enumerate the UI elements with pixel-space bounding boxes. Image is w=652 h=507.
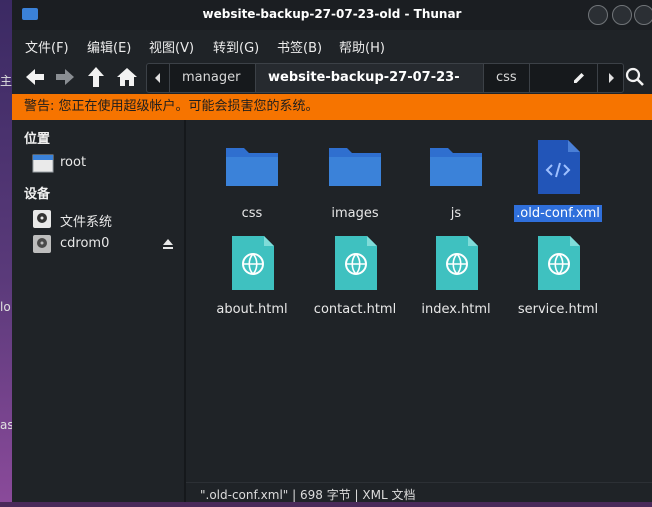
- sidebar-item-label: cdrom0: [60, 236, 110, 251]
- path-segment-manager[interactable]: manager: [169, 64, 255, 92]
- html-file-icon: [436, 236, 478, 290]
- file-item-service-html[interactable]: service.html: [508, 226, 608, 322]
- folder-icon: [430, 148, 482, 186]
- file-name: contact.html: [313, 302, 397, 317]
- home-icon[interactable]: [114, 64, 140, 90]
- menu-go[interactable]: 转到(G): [213, 37, 259, 56]
- places-header: 位置: [24, 132, 51, 147]
- title-bar[interactable]: website-backup-27-07-23-old - Thunar: [12, 0, 652, 30]
- file-name: images: [331, 206, 379, 221]
- minimize-button[interactable]: [588, 5, 608, 25]
- menu-help[interactable]: 帮助(H): [339, 37, 385, 56]
- menu-file[interactable]: 文件(F): [25, 37, 69, 56]
- file-name: index.html: [421, 302, 491, 317]
- back-arrow-icon[interactable]: [22, 64, 48, 90]
- html-file-icon: [538, 236, 580, 290]
- path-scroll-right-button[interactable]: [597, 64, 623, 92]
- path-scroll-left-button[interactable]: [147, 64, 169, 92]
- file-name-text: .old-conf.xml: [514, 205, 602, 222]
- menu-bookmarks[interactable]: 书签(B): [277, 37, 322, 56]
- pencil-icon: [574, 73, 584, 83]
- toolbar: manager website-backup-27-07-23-old css: [12, 60, 652, 94]
- forward-arrow-icon[interactable]: [52, 64, 78, 90]
- home-folder-icon: [32, 154, 54, 173]
- file-name: about.html: [216, 302, 288, 317]
- file-name: css: [241, 206, 263, 221]
- html-file-icon: [335, 236, 377, 290]
- close-button[interactable]: [634, 5, 652, 25]
- eject-icon[interactable]: [162, 238, 174, 250]
- sidebar-item-label: root: [60, 155, 87, 170]
- location-path-bar: manager website-backup-27-07-23-old css: [146, 63, 624, 93]
- up-arrow-icon[interactable]: [83, 64, 109, 90]
- sidebar-item-label: 文件系统: [60, 215, 113, 230]
- file-item-js[interactable]: js: [406, 130, 506, 226]
- desktop-label-fragment: 主: [0, 74, 13, 88]
- file-name: js: [450, 206, 462, 221]
- sidebar-item-root[interactable]: root: [32, 153, 182, 173]
- path-edit-button[interactable]: [529, 64, 597, 92]
- file-manager-window: website-backup-27-07-23-old - Thunar 文件(…: [12, 0, 652, 502]
- path-segment-css[interactable]: css: [483, 64, 529, 92]
- menu-edit[interactable]: 编辑(E): [87, 37, 131, 56]
- file-item-index-html[interactable]: index.html: [406, 226, 506, 322]
- sidebar-item-filesystem[interactable]: 文件系统: [32, 209, 182, 230]
- html-file-icon: [232, 236, 274, 290]
- folder-icon: [329, 148, 381, 186]
- maximize-button[interactable]: [612, 5, 632, 25]
- file-icon-view: css images js .old-conf.xml about.html c…: [186, 120, 652, 482]
- sidebar-item-cdrom0[interactable]: cdrom0: [32, 234, 182, 254]
- file-item-contact-html[interactable]: contact.html: [305, 226, 405, 322]
- xml-file-icon: [538, 140, 580, 194]
- chevron-left-icon: [155, 73, 160, 83]
- file-item-about-html[interactable]: about.html: [202, 226, 302, 322]
- path-segment-current[interactable]: website-backup-27-07-23-old: [255, 64, 483, 92]
- root-warning-banner: 警告: 您正在使用超级帐户。可能会损害您的系统。: [12, 94, 652, 120]
- file-name: service.html: [517, 302, 599, 317]
- file-item-images[interactable]: images: [305, 130, 405, 226]
- folder-icon: [226, 148, 278, 186]
- file-name: .old-conf.xml: [508, 205, 608, 222]
- menu-bar: 文件(F) 编辑(E) 视图(V) 转到(G) 书签(B) 帮助(H): [12, 30, 652, 60]
- window-title: website-backup-27-07-23-old - Thunar: [202, 7, 462, 21]
- chevron-right-icon: [609, 73, 614, 83]
- desktop-background: 主 lo as: [0, 0, 14, 502]
- file-item-css[interactable]: css: [202, 130, 302, 226]
- menu-view[interactable]: 视图(V): [149, 37, 194, 56]
- file-item-old-conf-xml[interactable]: .old-conf.xml: [508, 130, 608, 226]
- search-icon[interactable]: [624, 66, 646, 88]
- desktop-label-fragment: lo: [0, 300, 11, 314]
- drive-icon: [33, 210, 51, 228]
- optical-drive-icon: [33, 235, 51, 253]
- devices-header: 设备: [24, 187, 51, 202]
- status-bar: ".old-conf.xml" | 698 字节 | XML 文档: [186, 482, 652, 502]
- sidebar: 位置 root 设备 文件系统 cdrom0: [12, 120, 184, 502]
